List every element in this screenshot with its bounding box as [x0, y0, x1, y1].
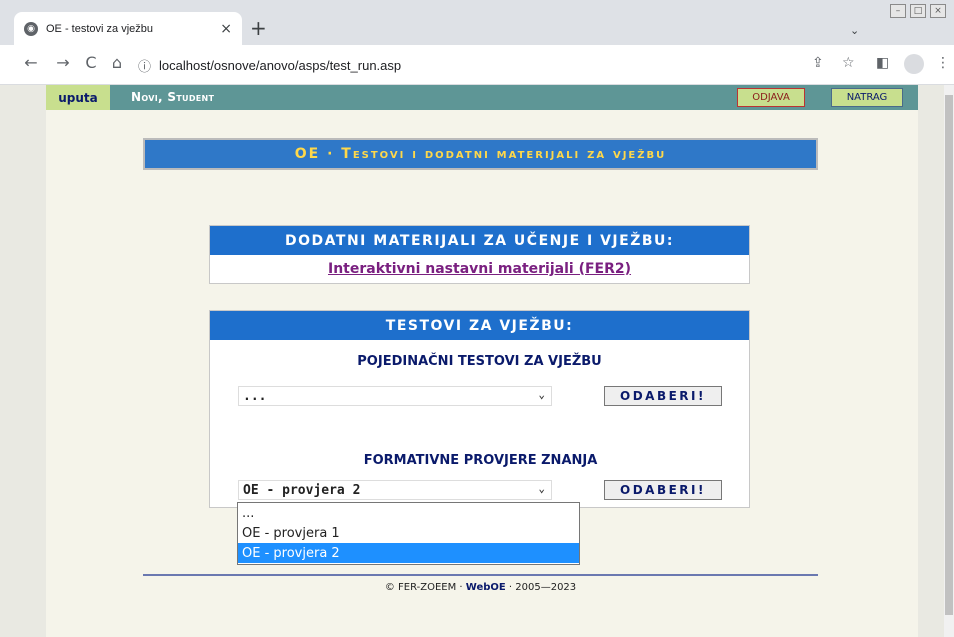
tests-heading: TESTOVI ZA VJEŽBU: [210, 311, 749, 340]
individual-tests-value: ... [243, 388, 267, 404]
dropdown-option-selected[interactable]: OE - provjera 2 [238, 543, 579, 563]
formative-tests-value: OE - provjera 2 [243, 482, 361, 498]
bookmark-star-icon[interactable]: ☆ [842, 55, 855, 71]
materials-panel: DODATNI MATERIJALI ZA UČENJE I VJEŽBU: I… [209, 225, 750, 284]
tab-search-icon[interactable]: ⌄ [850, 24, 859, 37]
individual-tests-select[interactable]: ... ⌄ [238, 386, 552, 406]
chevron-down-icon: ⌄ [538, 482, 545, 495]
globe-icon: ◉ [24, 21, 38, 36]
formative-choose-button[interactable]: ODABERI! [604, 480, 722, 500]
reload-icon[interactable]: C [80, 53, 102, 72]
footer-text: © FER-ZOEEM · WebOE · 2005—2023 [143, 582, 818, 593]
chevron-down-icon: ⌄ [538, 388, 545, 401]
dropdown-option[interactable]: OE - provjera 1 [238, 523, 579, 543]
share-icon[interactable]: ⇪ [812, 55, 824, 71]
formative-tests-select[interactable]: OE - provjera 2 ⌄ [238, 480, 552, 500]
user-name: Novi, Student [131, 90, 215, 104]
maximize-icon[interactable]: □ [910, 4, 926, 18]
uputa-link[interactable]: uputa [46, 85, 110, 110]
url-text[interactable]: localhost/osnove/anovo/asps/test_run.asp [159, 58, 401, 73]
back-icon[interactable]: ← [20, 53, 42, 72]
close-window-icon[interactable]: ⨯ [930, 4, 946, 18]
address-bar[interactable]: ⓘ localhost/osnove/anovo/asps/test_run.a… [138, 51, 808, 79]
top-nav-bar: uputa Novi, Student ODJAVA NATRAG [46, 85, 918, 110]
site-info-icon[interactable]: ⓘ [138, 56, 151, 75]
footer-copyright: © FER-ZOEEM · [384, 582, 466, 593]
formative-dropdown-list: ... OE - provjera 1 OE - provjera 2 [237, 502, 580, 565]
page-scrollbar[interactable] [944, 85, 954, 637]
materials-heading: DODATNI MATERIJALI ZA UČENJE I VJEŽBU: [210, 226, 749, 255]
tab-title: OE - testovi za vježbu [46, 22, 153, 35]
profile-avatar[interactable] [904, 54, 924, 74]
footer-years: · 2005—2023 [505, 582, 577, 593]
individual-tests-label: POJEDINAČNI TESTOVI ZA VJEŽBU [357, 354, 602, 369]
individual-choose-button[interactable]: ODABERI! [604, 386, 722, 406]
page-title-banner: OE · Testovi i dodatni materijali za vje… [143, 138, 818, 170]
browser-toolbar: ← → C ⌂ ⓘ localhost/osnove/anovo/asps/te… [0, 45, 954, 85]
minimize-icon[interactable]: – [890, 4, 906, 18]
footer-brand: WebOE [465, 582, 506, 593]
browser-tabbar: ◉ OE - testovi za vježbu × + ⌄ – □ ⨯ [0, 0, 954, 45]
dropdown-option[interactable]: ... [238, 503, 579, 523]
new-tab-button[interactable]: + [250, 18, 267, 38]
tests-panel: TESTOVI ZA VJEŽBU: POJEDINAČNI TESTOVI Z… [209, 310, 750, 508]
formative-tests-label: FORMATIVNE PROVJERE ZNANJA [363, 453, 598, 468]
back-button[interactable]: NATRAG [831, 88, 903, 107]
home-icon[interactable]: ⌂ [106, 53, 128, 72]
browser-tab[interactable]: ◉ OE - testovi za vježbu × [14, 12, 242, 45]
side-panel-icon[interactable]: ◧ [876, 55, 889, 71]
logout-button[interactable]: ODJAVA [737, 88, 805, 107]
close-tab-icon[interactable]: × [220, 21, 232, 37]
materials-link[interactable]: Interaktivni nastavni materijali (FER2) [210, 261, 749, 277]
forward-icon[interactable]: → [52, 53, 74, 72]
window-controls: – □ ⨯ [890, 4, 946, 18]
footer-divider [143, 574, 818, 576]
browser-menu-icon[interactable]: ⋮ [936, 55, 950, 71]
scrollbar-thumb[interactable] [945, 95, 953, 615]
